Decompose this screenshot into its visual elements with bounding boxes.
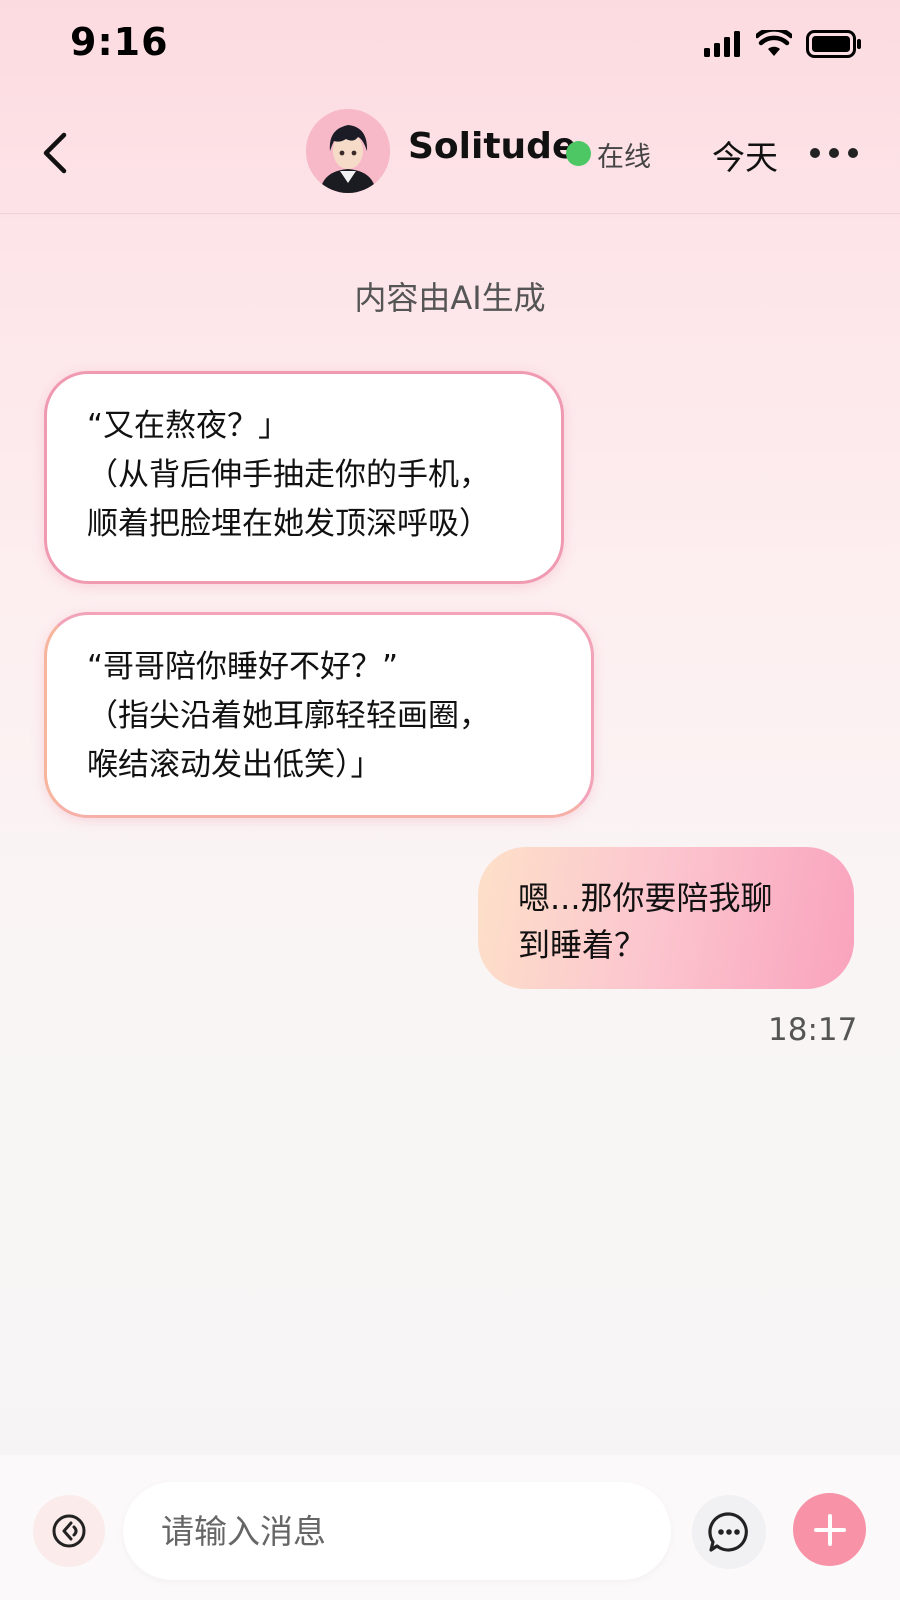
- message-input[interactable]: [123, 1482, 671, 1580]
- battery-icon: [806, 30, 861, 58]
- status-time: 9:16: [70, 20, 169, 64]
- plus-icon: [813, 1513, 846, 1546]
- status-bar: 9:16: [0, 0, 900, 95]
- incoming-message-bubble[interactable]: “哥哥陪你睡好不好？” （指尖沿着她耳廓轻轻画圈， 喉结滚动发出低笑）」: [44, 612, 594, 818]
- back-button[interactable]: [34, 125, 84, 181]
- message-line: 嗯...那你要陪我聊: [518, 879, 773, 917]
- outgoing-message-bubble[interactable]: 嗯...那你要陪我聊 到睡着？: [478, 847, 854, 989]
- chevron-left-icon: [43, 132, 67, 174]
- today-button[interactable]: 今天: [712, 131, 778, 179]
- avatar-image: [306, 109, 390, 193]
- contact-name: Solitude: [408, 126, 577, 167]
- ai-generated-notice: 内容由AI生成: [354, 279, 546, 317]
- chat-bubble-icon: [708, 1512, 748, 1552]
- more-dot: [848, 148, 858, 158]
- add-button[interactable]: [793, 1493, 866, 1566]
- more-dot: [829, 148, 839, 158]
- incoming-message-bubble[interactable]: “又在熬夜？」 （从背后伸手抽走你的手机， 顺着把脸埋在她发顶深呼吸）: [44, 371, 564, 584]
- online-status-text: 在线: [597, 142, 651, 173]
- message-line: （从背后伸手抽走你的手机，: [87, 457, 490, 493]
- chat-header: Solitude 在线 今天: [0, 95, 900, 214]
- composer-bar: [0, 1455, 900, 1600]
- status-icons: [704, 30, 862, 58]
- more-dot: [810, 148, 820, 158]
- message-timestamp: 18:17: [768, 1012, 858, 1048]
- emoji-chat-button[interactable]: [692, 1495, 766, 1569]
- message-line: 喉结滚动发出低笑）」: [87, 747, 382, 783]
- message-line: 顺着把脸埋在她发顶深呼吸）: [87, 506, 490, 542]
- avatar[interactable]: [306, 109, 390, 193]
- message-line: （指尖沿着她耳廓轻轻画圈，: [87, 698, 490, 734]
- more-button[interactable]: [810, 143, 864, 163]
- online-status-dot: [566, 141, 591, 166]
- voice-button[interactable]: [33, 1495, 105, 1567]
- message-line: 到睡着？: [518, 926, 647, 964]
- signal-icon: [704, 31, 740, 57]
- message-line: “又在熬夜？」: [87, 408, 290, 444]
- voice-icon: [52, 1514, 86, 1548]
- wifi-icon: [756, 30, 792, 56]
- message-line: “哥哥陪你睡好不好？”: [87, 649, 399, 685]
